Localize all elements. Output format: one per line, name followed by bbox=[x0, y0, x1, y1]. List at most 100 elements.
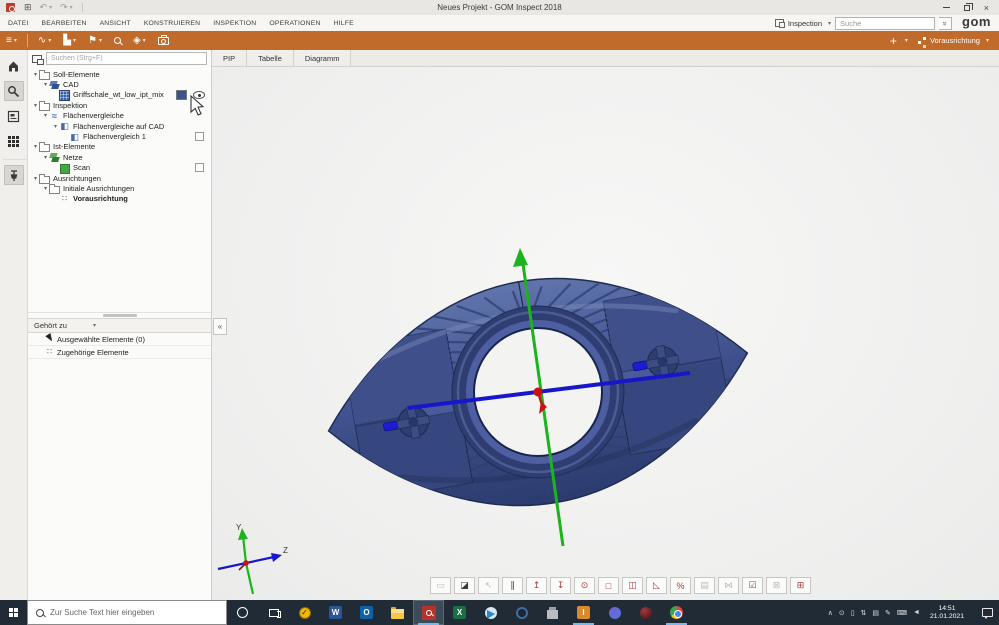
tray-icon-5[interactable]: ✎ bbox=[885, 609, 891, 617]
taskbar-app-inventor[interactable]: I bbox=[568, 600, 599, 625]
zoom-tool-button[interactable] bbox=[108, 31, 127, 50]
viewport-tab-pip[interactable]: PIP bbox=[212, 50, 247, 66]
alignment-caret-icon[interactable]: ▾ bbox=[986, 37, 989, 44]
navigation-tool-caret-icon[interactable]: ▾ bbox=[143, 37, 146, 44]
explorer-search-input[interactable] bbox=[46, 52, 207, 65]
element-list-icon[interactable] bbox=[32, 55, 42, 63]
expander-icon[interactable]: ▾ bbox=[32, 143, 39, 150]
sidebar-item-table[interactable] bbox=[4, 131, 24, 151]
start-button[interactable] bbox=[0, 600, 27, 625]
align-up-button[interactable]: ↥ bbox=[526, 577, 547, 594]
tree-item[interactable]: ▾◧Flächenvergleiche auf CAD bbox=[28, 121, 211, 131]
taskbar-search[interactable]: Zur Suche Text hier eingeben bbox=[27, 600, 227, 625]
taskbar-app-gom-inspect[interactable] bbox=[413, 600, 444, 625]
expander-icon[interactable]: ▾ bbox=[52, 123, 59, 130]
histogram-tool-button[interactable]: ▙▾ bbox=[57, 31, 82, 50]
expander-icon[interactable]: ▾ bbox=[42, 154, 49, 161]
flag-tool-caret-icon[interactable]: ▾ bbox=[99, 37, 102, 44]
histogram-tool-caret-icon[interactable]: ▾ bbox=[73, 37, 76, 44]
expander-icon[interactable]: ▾ bbox=[32, 175, 39, 182]
menu-konstruieren[interactable]: KONSTRUIEREN bbox=[144, 20, 200, 27]
shading-button[interactable]: ◪ bbox=[454, 577, 475, 594]
main-menu-button[interactable]: ≡▾ bbox=[0, 31, 23, 50]
global-search-input[interactable] bbox=[835, 17, 935, 30]
tray-icon-3[interactable]: ⇅ bbox=[861, 609, 867, 617]
expander-icon[interactable]: ▾ bbox=[32, 102, 39, 109]
menu-hilfe[interactable]: HILFE bbox=[334, 20, 354, 27]
undo-caret-icon[interactable]: ▾ bbox=[49, 4, 52, 11]
menu-bearbeiten[interactable]: BEARBEITEN bbox=[42, 20, 87, 27]
tray-icon-1[interactable]: ⊙ bbox=[839, 609, 845, 617]
sidebar-item-search[interactable] bbox=[4, 81, 24, 101]
expander-icon[interactable]: ▾ bbox=[42, 185, 49, 192]
tree-item[interactable]: ▾CAD bbox=[28, 79, 211, 89]
add-element-button[interactable]: + bbox=[888, 34, 899, 48]
notification-center-button[interactable] bbox=[982, 608, 993, 617]
edit-button[interactable]: ☑ bbox=[742, 577, 763, 594]
tree-item[interactable]: ▾Inspektion bbox=[28, 100, 211, 110]
collapse-panel-button[interactable]: « bbox=[213, 318, 227, 335]
tree-item[interactable]: ∷Vorausrichtung bbox=[28, 194, 211, 204]
search-expand-button[interactable]: » bbox=[939, 17, 952, 30]
tree-item[interactable]: ▾Netze bbox=[28, 152, 211, 162]
section-tool-button[interactable]: ∿▾ bbox=[32, 31, 57, 50]
belongs-row[interactable]: Ausgewählte Elemente (0) bbox=[28, 333, 211, 346]
taskbar-app-printer-app[interactable] bbox=[537, 600, 568, 625]
visibility-checkbox[interactable] bbox=[195, 163, 204, 172]
active-alignment-selector[interactable]: Vorausrichtung bbox=[930, 36, 980, 45]
taskbar-app-excel[interactable]: X bbox=[444, 600, 475, 625]
menu-datei[interactable]: DATEI bbox=[8, 20, 29, 27]
belongs-row[interactable]: ∷Zugehörige Elemente bbox=[28, 346, 211, 359]
taskbar-app-cad-app[interactable] bbox=[475, 600, 506, 625]
rect-select-button[interactable]: □ bbox=[598, 577, 619, 594]
belongs-caret-icon[interactable]: ▾ bbox=[93, 322, 96, 329]
menu-inspektion[interactable]: INSPEKTION bbox=[213, 20, 256, 27]
close-button[interactable]: × bbox=[984, 2, 989, 14]
sidebar-item-report[interactable] bbox=[4, 106, 24, 126]
tray-icon-2[interactable]: ▯ bbox=[851, 609, 855, 617]
viewport-tab-tabelle[interactable]: Tabelle bbox=[247, 50, 294, 66]
tree-item[interactable]: ▾Ausrichtungen bbox=[28, 173, 211, 183]
taskbar-app-outlook[interactable]: O bbox=[351, 600, 382, 625]
minimize-button[interactable] bbox=[943, 2, 950, 14]
belongs-header[interactable]: Gehört zu ▾ bbox=[28, 318, 211, 333]
undo-button[interactable]: ↶▾ bbox=[40, 2, 53, 13]
3d-scene[interactable]: Y Z bbox=[212, 50, 999, 600]
workspace-selector[interactable]: Inspection bbox=[788, 19, 822, 28]
deviation-button[interactable]: % bbox=[670, 577, 691, 594]
color-swatch[interactable] bbox=[176, 90, 187, 100]
tree-item[interactable]: Scan bbox=[28, 163, 211, 173]
tray-icon-4[interactable]: ▤ bbox=[872, 609, 879, 617]
tree-item[interactable]: Griffschale_wt_low_ipt_mix bbox=[28, 90, 211, 100]
taskbar-app-cortana[interactable] bbox=[227, 600, 258, 625]
tree-item[interactable]: ▾Ist-Elemente bbox=[28, 142, 211, 152]
viewport-tab-diagramm[interactable]: Diagramm bbox=[294, 50, 352, 66]
tray-icon-7[interactable]: ◄ bbox=[913, 609, 920, 616]
poly-select-button[interactable]: ◫ bbox=[622, 577, 643, 594]
sidebar-item-home[interactable] bbox=[4, 56, 24, 76]
taskbar-app-word[interactable]: W bbox=[320, 600, 351, 625]
menu-operationen[interactable]: OPERATIONEN bbox=[269, 20, 320, 27]
workspace-caret-icon[interactable]: ▾ bbox=[828, 20, 831, 27]
taskbar-clock[interactable]: 14:51 21.01.2021 bbox=[930, 605, 964, 621]
main-menu-caret-icon[interactable]: ▾ bbox=[14, 37, 17, 44]
section-tool-caret-icon[interactable]: ▾ bbox=[48, 37, 51, 44]
snapshot-tool-button[interactable] bbox=[152, 31, 175, 50]
layout-button[interactable]: ⊞ bbox=[790, 577, 811, 594]
tree-item[interactable]: ▾Soll-Elemente bbox=[28, 69, 211, 79]
tray-icon-6[interactable]: ⌨ bbox=[897, 609, 907, 617]
restore-button[interactable] bbox=[964, 2, 970, 14]
align-down-button[interactable]: ↧ bbox=[550, 577, 571, 594]
taskbar-app-disc-app[interactable] bbox=[506, 600, 537, 625]
sidebar-item-pin[interactable] bbox=[4, 165, 24, 185]
expander-icon[interactable]: ▾ bbox=[42, 81, 49, 88]
tree-item[interactable]: ▾≈Flächenvergleiche bbox=[28, 111, 211, 121]
navigation-tool-button[interactable]: ◈▾ bbox=[127, 31, 152, 50]
taskbar-app-photos-app[interactable] bbox=[599, 600, 630, 625]
taskbar-app-file-explorer[interactable] bbox=[382, 600, 413, 625]
redo-button[interactable]: ↷▾ bbox=[60, 2, 73, 13]
add-element-caret-icon[interactable]: ▾ bbox=[905, 37, 908, 44]
taskbar-app-red-sphere-app[interactable] bbox=[630, 600, 661, 625]
taskbar-app-norton[interactable]: ✓ bbox=[289, 600, 320, 625]
tree-item[interactable]: ◧Flächenvergleich 1 bbox=[28, 131, 211, 141]
